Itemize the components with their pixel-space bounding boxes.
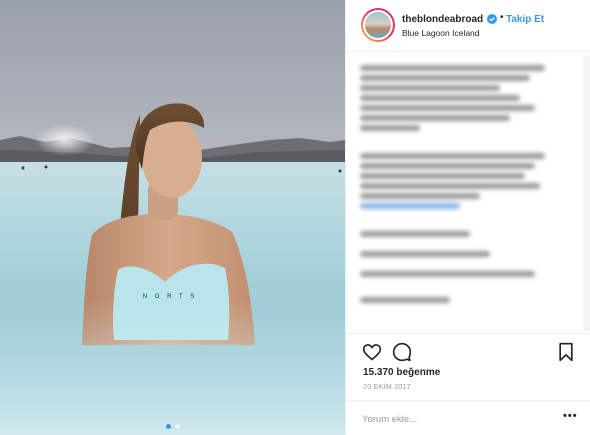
comments-scrollbar[interactable] [583, 56, 590, 331]
comment-input[interactable] [362, 411, 552, 427]
location-link[interactable]: Blue Lagoon Iceland [402, 28, 480, 38]
comment-blurred [360, 231, 470, 241]
action-bar [346, 333, 590, 367]
comment-bubble-icon[interactable] [392, 342, 412, 362]
comment-blurred [360, 153, 545, 213]
post-side-panel: theblondeabroad • Takip Et Blue Lagoon I… [345, 0, 590, 435]
comments-list[interactable] [346, 53, 590, 333]
avatar-image [365, 12, 391, 38]
header-separator: • [500, 12, 504, 23]
lagoon-photo: N O R T S [0, 0, 345, 435]
heart-icon[interactable] [362, 342, 382, 362]
post-photo[interactable]: N O R T S [0, 0, 345, 435]
comment-blurred [360, 297, 450, 307]
username-link[interactable]: theblondeabroad [402, 14, 483, 25]
carousel-dot-active [165, 424, 171, 429]
comment-blurred [360, 271, 535, 281]
like-count[interactable]: 15.370 beğenme [363, 367, 440, 378]
verified-badge-icon [487, 14, 497, 24]
bookmark-icon[interactable] [556, 342, 576, 362]
carousel-dot [174, 424, 180, 429]
post-date: 20 EKİM 2017 [363, 384, 411, 391]
more-options-button[interactable]: ••• [563, 410, 578, 422]
caption-blurred [360, 65, 545, 135]
avatar[interactable] [361, 8, 395, 42]
carousel-indicator [0, 424, 345, 429]
svg-text:N O R T S: N O R T S [143, 294, 197, 300]
post-header: theblondeabroad • Takip Et Blue Lagoon I… [346, 0, 590, 52]
comment-blurred [360, 251, 490, 261]
comment-form: ••• [346, 400, 590, 435]
follow-button[interactable]: Takip Et [506, 14, 544, 25]
